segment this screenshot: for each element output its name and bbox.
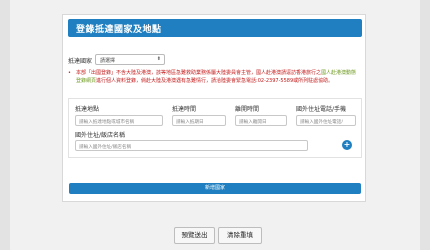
country-select[interactable]: 請選擇 ⬍: [95, 54, 165, 65]
leave-time-input[interactable]: 請輸入離開日: [235, 115, 287, 126]
place-input[interactable]: 請輸入抵達地點或城市名稱: [75, 115, 163, 126]
add-country-button[interactable]: 新增國家: [69, 183, 361, 194]
phone-input[interactable]: 請輸入國外住址電話/: [296, 115, 356, 126]
address-input[interactable]: 請輸入國外住址/飯店名稱: [75, 140, 308, 151]
column-arrive-time: 抵達時間: [172, 106, 197, 113]
plus-circle-icon[interactable]: +: [342, 140, 352, 150]
preview-submit-button[interactable]: 預覽送出: [174, 227, 215, 244]
leave-time-placeholder: 請輸入離開日: [239, 119, 267, 125]
country-label: 抵達國家: [68, 58, 93, 65]
column-leave-time: 離開時間: [235, 106, 260, 113]
place-placeholder: 請輸入抵達地點或城市名稱: [79, 119, 135, 125]
form-header: 登錄抵達國家及地點: [68, 19, 362, 37]
arrive-time-input[interactable]: 請輸入抵期日: [172, 115, 226, 126]
notice-text-pre: 本部「出國登錄」不含大陸及港澳，該等地區急難救助業務係屬大陸委員會主管，國人赴港…: [76, 70, 322, 76]
column-phone: 國外住址電話/手機: [296, 106, 347, 113]
notice-bullet: •: [68, 70, 71, 76]
form-title: 登錄抵達國家及地點: [76, 25, 162, 35]
arrive-time-placeholder: 請輸入抵期日: [176, 119, 204, 125]
left-margin: [0, 0, 10, 250]
right-margin: [420, 0, 430, 250]
select-arrows-icon: ⬍: [156, 56, 161, 62]
notice-text-post: 進行個人資料登錄，倘赴大陸及港澳遇有急難情行，請洽陸委會緊急電話:02-2397…: [96, 78, 334, 84]
country-select-value: 請選擇: [100, 58, 116, 64]
column-place: 抵達地點: [75, 106, 100, 113]
address-placeholder: 請輸入國外住址/飯店名稱: [79, 144, 132, 150]
column-address: 國外住址/飯店名稱: [75, 132, 126, 139]
reset-button[interactable]: 清除重填: [218, 227, 262, 244]
phone-placeholder: 請輸入國外住址電話/: [300, 119, 343, 125]
